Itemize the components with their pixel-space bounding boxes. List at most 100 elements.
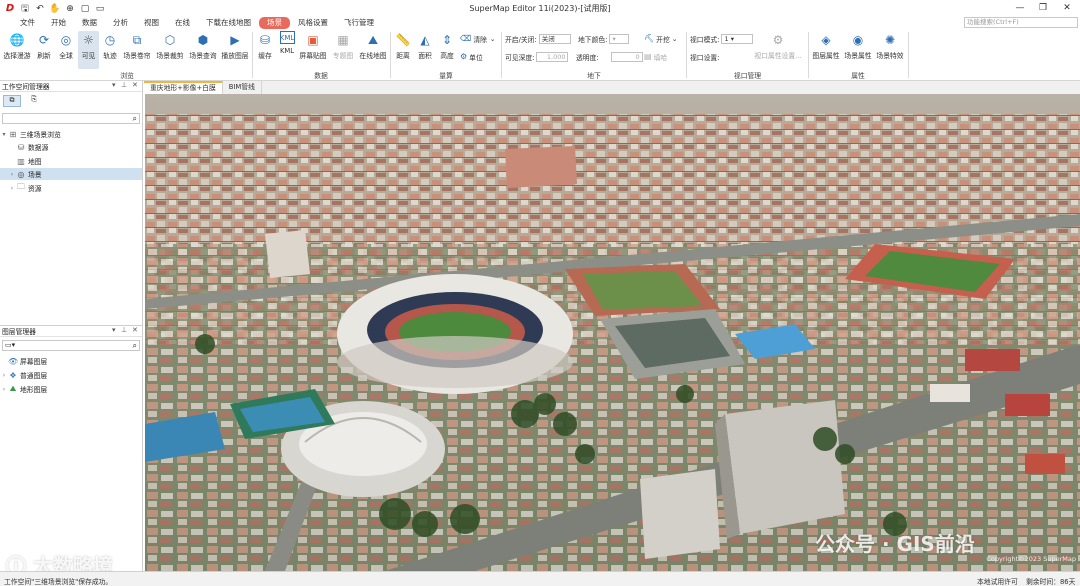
scene-query-button[interactable]: ⬢ 场景查询 xyxy=(187,31,219,69)
distance-button[interactable]: 📏 距离 xyxy=(393,31,413,69)
clear-button[interactable]: ⌫ 清除 ⌄ xyxy=(460,33,496,44)
eraser-icon: ⌫ xyxy=(460,34,472,43)
screen-map-button[interactable]: ▣ 屏幕贴图 xyxy=(298,31,328,69)
open-folder-icon[interactable]: ▭ xyxy=(94,3,106,15)
thematic-icon: ▦ xyxy=(337,33,349,47)
track-button[interactable]: ◷ 轨迹 xyxy=(100,31,120,69)
shovel-icon: ⛏ xyxy=(644,34,655,43)
layer-search-input[interactable]: ▭▾ ⌕ xyxy=(2,340,140,351)
depth-input[interactable]: 1,000 xyxy=(536,51,569,62)
tab-analysis[interactable]: 分析 xyxy=(105,17,136,29)
scene-props-icon: ◉ xyxy=(852,33,864,47)
close-icon[interactable]: ✕ xyxy=(132,81,138,89)
scene-props-button[interactable]: ◉ 场景属性 xyxy=(842,31,874,69)
datasource-icon: ⛁ xyxy=(17,142,25,152)
group-label-viewport: 视口管理 xyxy=(733,72,762,80)
doc-tab-bim[interactable]: BIM管线 xyxy=(223,81,262,94)
workspace-search-input[interactable]: ⌕ xyxy=(2,113,140,124)
app-logo-icon[interactable]: D xyxy=(4,3,16,15)
visible-button[interactable]: ☼ 可见 xyxy=(78,31,99,69)
restore-icon[interactable]: ❐ xyxy=(1033,1,1053,15)
tree-root[interactable]: ▾ ⊞ 三维场景浏览 xyxy=(0,128,142,140)
terrain-icon: ⛰ xyxy=(9,384,17,393)
tab-flight-manage[interactable]: 飞行管理 xyxy=(336,17,382,29)
select-icon[interactable]: ▢ xyxy=(79,3,91,15)
expand-icon[interactable]: › xyxy=(0,372,8,379)
fill-button[interactable]: ▤ 填哈 xyxy=(644,51,667,62)
workspace-open-icon[interactable]: ⎘ xyxy=(25,95,43,107)
tree-item-map[interactable]: ▥ 地图 xyxy=(0,155,142,167)
minimize-icon[interactable]: — xyxy=(1010,1,1030,15)
play-layer-button[interactable]: ▶ 播放图层 xyxy=(219,31,251,69)
close-icon[interactable]: ✕ xyxy=(1057,1,1077,15)
tab-file[interactable]: 文件 xyxy=(12,17,43,29)
expand-icon[interactable]: › xyxy=(0,386,8,393)
kml-button[interactable]: KML KML xyxy=(277,31,297,69)
zoom-icon[interactable]: ⊕ xyxy=(64,3,76,15)
eye-icon[interactable]: 👁 xyxy=(8,357,18,366)
expand-icon[interactable]: › xyxy=(8,171,16,178)
global-button[interactable]: ◎ 全球 xyxy=(56,31,76,69)
tab-online[interactable]: 在线 xyxy=(167,17,198,29)
layer-item-screen[interactable]: 👁 屏幕图层 xyxy=(0,355,142,367)
area-button[interactable]: ◭ 面积 xyxy=(415,31,435,69)
expand-icon[interactable]: › xyxy=(8,185,16,192)
opacity-input[interactable]: 0 xyxy=(610,51,643,62)
undo-icon[interactable]: ↶ xyxy=(34,3,46,15)
unit-button[interactable]: ⚙ 单位 xyxy=(460,51,483,62)
save-icon[interactable]: 🖫 xyxy=(19,3,31,15)
screen-map-icon: ▣ xyxy=(307,33,319,47)
tree-item-resources[interactable]: › 🗀 资源 xyxy=(0,182,142,194)
doc-tab-terrain-scene[interactable]: 重庆地形+影像+白膜 xyxy=(144,81,223,94)
underground-color-picker[interactable]: ▾ xyxy=(609,33,630,44)
online-map-button[interactable]: ⛰ 在线地图 xyxy=(357,31,389,69)
play-layer-icon: ▶ xyxy=(230,33,240,47)
collapse-icon[interactable]: ▾ xyxy=(0,131,8,138)
tree-item-datasource[interactable]: ⛁ 数据源 xyxy=(0,141,142,153)
thematic-button[interactable]: ▦ 专题图 xyxy=(330,31,356,69)
tab-view[interactable]: 视图 xyxy=(136,17,167,29)
license-status: 本地试用许可 xyxy=(977,578,1018,586)
height-button[interactable]: ⇕ 高度 xyxy=(437,31,457,69)
pin-icon[interactable]: ⊥ xyxy=(121,326,127,334)
layer-item-normal[interactable]: › ❖ 普通图层 xyxy=(0,369,142,381)
workspace-view-icon[interactable]: ⧉ xyxy=(3,95,21,107)
underground-toggle-select[interactable]: 关闭 xyxy=(538,33,571,44)
dropdown-icon[interactable]: ▾ xyxy=(112,81,116,89)
close-icon[interactable]: ✕ xyxy=(132,326,138,334)
layer-item-terrain[interactable]: › ⛰ 地形图层 xyxy=(0,383,142,395)
tree-item-scene[interactable]: › ◎ 场景 xyxy=(0,168,142,180)
scene-3d-view[interactable]: Copyright©2023 SuperMap xyxy=(145,94,1080,571)
tab-start[interactable]: 开始 xyxy=(43,17,74,29)
viewport-mode-select[interactable]: 1 ▾ xyxy=(721,33,754,44)
tab-data[interactable]: 数据 xyxy=(74,17,105,29)
group-label-data: 数据 xyxy=(314,72,328,80)
function-search-input[interactable]: 功能搜索(Ctrl+F) xyxy=(964,17,1078,28)
excavate-button[interactable]: ⛏ 开挖 ⌄ xyxy=(644,33,677,44)
scene-swipe-button[interactable]: ⧉ 场景卷帘 xyxy=(122,31,152,69)
scene-crop-button[interactable]: ⬡ 场景裁剪 xyxy=(154,31,186,69)
tab-download-online-map[interactable]: 下载在线地图 xyxy=(198,17,259,29)
pin-icon[interactable]: ⊥ xyxy=(121,81,127,89)
window-title: SuperMap Editor 11i(2023)-[试用版] xyxy=(469,4,611,13)
history-icon: ◷ xyxy=(104,33,116,47)
layer-props-button[interactable]: ◈ 图层属性 xyxy=(810,31,842,69)
city-scene-render xyxy=(145,94,1080,571)
scene-effects-button[interactable]: ✺ 场景特效 xyxy=(874,31,906,69)
underground-color-row: 地下颜色: ▾ xyxy=(578,33,630,44)
viewport-props-button[interactable]: ⚙ 视口属性设置... xyxy=(752,31,804,69)
refresh-button[interactable]: ⟳ 刷新 xyxy=(34,31,54,69)
tab-style-settings[interactable]: 风格设置 xyxy=(290,17,336,29)
ruler-icon: 📏 xyxy=(395,33,411,47)
group-label-measure: 量算 xyxy=(439,72,453,80)
tab-scene[interactable]: 场景 xyxy=(259,17,290,29)
unit-icon: ⚙ xyxy=(460,52,468,61)
dropdown-icon[interactable]: ▾ xyxy=(112,326,116,334)
select-roam-button[interactable]: 🌐 选择漫游 xyxy=(2,31,32,69)
layer-props-icon: ◈ xyxy=(821,33,831,47)
filter-icon: ▭▾ xyxy=(5,341,16,349)
query-cube-icon: ⬢ xyxy=(197,33,209,47)
map-icon: ▥ xyxy=(17,156,25,166)
pan-icon[interactable]: ✋ xyxy=(49,3,61,15)
cache-button[interactable]: ⛁ 缓存 xyxy=(255,31,275,69)
